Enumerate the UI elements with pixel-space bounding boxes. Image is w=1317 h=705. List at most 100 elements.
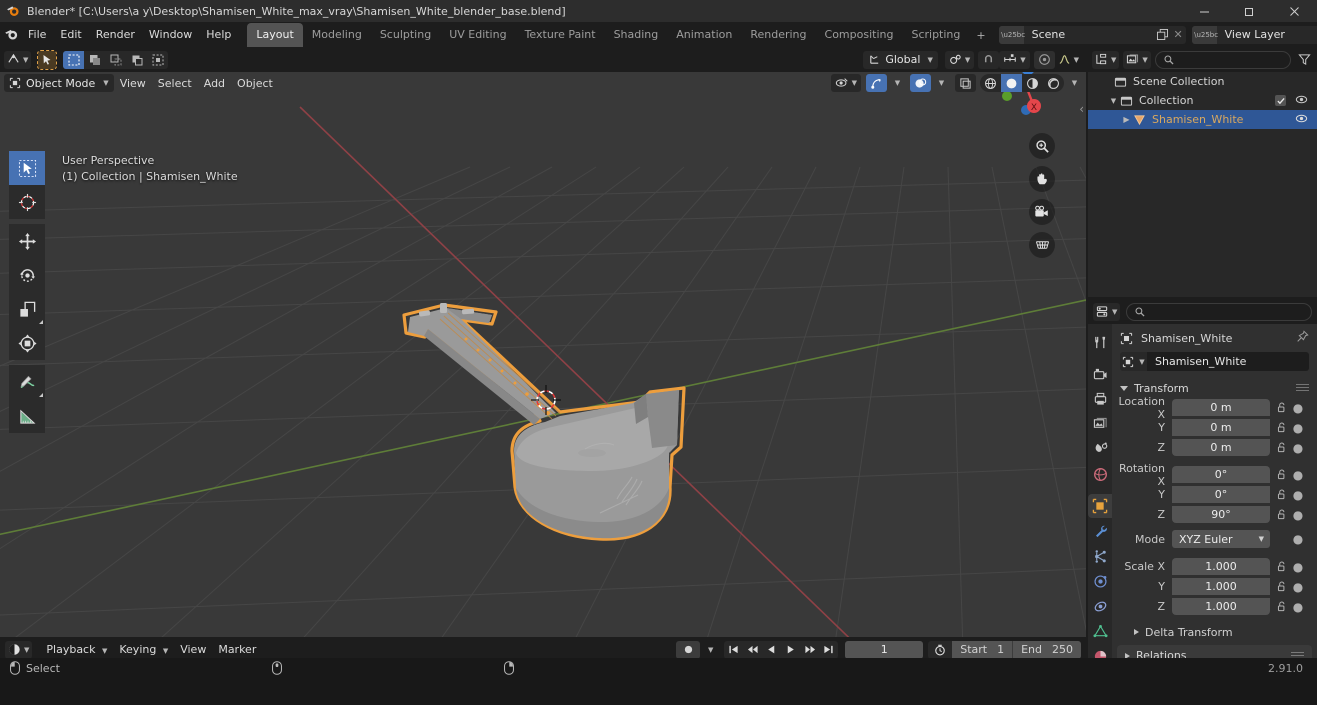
scale-y-value[interactable]: 1.000 [1172, 578, 1270, 595]
sidebar-collapse-icon[interactable]: ‹ [1079, 102, 1084, 116]
minimize-button[interactable] [1182, 0, 1227, 22]
proportional-edit-button[interactable] [1033, 50, 1055, 69]
workspace-tab-layout[interactable]: Layout [247, 23, 303, 47]
outliner-filter-button[interactable] [1295, 51, 1313, 69]
workspace-tab-sculpting[interactable]: Sculpting [371, 23, 440, 47]
scene-name[interactable]: Scene [1024, 26, 1154, 44]
location-x-row[interactable]: Location X 0 m ● [1112, 395, 1317, 421]
animate-property-dot[interactable]: ● [1293, 600, 1303, 614]
camera-icon[interactable] [1029, 199, 1055, 225]
animate-property-dot[interactable]: ● [1293, 532, 1303, 546]
scale-x-value[interactable]: 1.000 [1172, 558, 1270, 575]
workspace-tab-uv-editing[interactable]: UV Editing [440, 23, 515, 47]
select-intersect-icon[interactable] [147, 51, 168, 69]
animate-property-dot[interactable]: ● [1293, 401, 1303, 415]
snap-magnet-button[interactable] [978, 50, 1000, 69]
tool-move[interactable] [9, 224, 45, 258]
use-preview-range-icon[interactable] [928, 641, 952, 659]
timeline-menu-playback[interactable]: Playback ▼ [40, 641, 113, 658]
tool-annotate[interactable] [9, 365, 45, 399]
scale-y-row[interactable]: Y 1.000 ● [1112, 577, 1317, 596]
properties-search-input[interactable] [1126, 302, 1312, 321]
snap-pivot-button[interactable]: ▼ [944, 50, 975, 69]
location-x-value[interactable]: 0 m [1172, 399, 1270, 416]
auto-keying-button[interactable] [676, 640, 701, 659]
menu-edit[interactable]: Edit [53, 25, 88, 44]
lock-icon[interactable] [1275, 469, 1288, 480]
tool-rotate[interactable] [9, 258, 45, 292]
menu-render[interactable]: Render [89, 25, 142, 44]
menu-file[interactable]: File [21, 25, 53, 44]
tool-cursor[interactable] [9, 185, 45, 219]
outliner-disclosure[interactable]: ▼ [1107, 97, 1120, 105]
gizmo-toggle[interactable] [866, 74, 887, 92]
jump-to-next-keyframe-button[interactable] [800, 641, 819, 659]
hide-in-viewport-icon[interactable] [1295, 113, 1308, 127]
properties-editor[interactable]: ▼ Shamisen_White ▼ Shamisen_White Transf… [1088, 299, 1317, 705]
add-workspace-button[interactable]: + [969, 24, 992, 47]
workspace-tab-texture-paint[interactable]: Texture Paint [516, 23, 605, 47]
shading-dropdown[interactable]: ▼ [1064, 74, 1082, 92]
animate-property-dot[interactable]: ● [1293, 580, 1303, 594]
scene-tab[interactable] [1088, 437, 1112, 461]
workspace-tab-compositing[interactable]: Compositing [816, 23, 903, 47]
location-y-row[interactable]: Y 0 m ● [1112, 418, 1317, 437]
animate-property-dot[interactable]: ● [1293, 560, 1303, 574]
menu-help[interactable]: Help [199, 25, 238, 44]
timeline-editor-type-button[interactable]: ▼ [5, 640, 33, 659]
select-extend-icon[interactable] [105, 51, 126, 69]
workspace-tab-shading[interactable]: Shading [605, 23, 668, 47]
lock-icon[interactable] [1275, 581, 1288, 592]
lock-icon[interactable] [1275, 601, 1288, 612]
outliner-row-scene-collection[interactable]: Scene Collection [1088, 72, 1317, 91]
animate-property-dot[interactable]: ● [1293, 508, 1303, 522]
lock-icon[interactable] [1275, 489, 1288, 500]
tool-tab[interactable] [1088, 330, 1112, 354]
panel-header-delta-transform[interactable]: Delta Transform [1112, 622, 1317, 642]
location-z-value[interactable]: 0 m [1172, 439, 1270, 456]
timeline-menu-keying[interactable]: Keying ▼ [113, 641, 174, 658]
jump-to-previous-keyframe-button[interactable] [743, 641, 762, 659]
view-layer-selector[interactable]: \u25bc View Layer ✕ [1191, 25, 1317, 44]
close-button[interactable] [1272, 0, 1317, 22]
overlays-toggle[interactable] [910, 74, 931, 92]
rotation-mode-value[interactable]: XYZ Euler ▼ [1172, 530, 1270, 548]
animate-property-dot[interactable]: ● [1293, 421, 1303, 435]
animate-property-dot[interactable]: ● [1293, 488, 1303, 502]
unlink-scene-button[interactable]: ✕ [1171, 28, 1186, 41]
wireframe-shading-button[interactable] [980, 74, 1001, 92]
workspace-tab-rendering[interactable]: Rendering [741, 23, 815, 47]
data-tab[interactable] [1088, 619, 1112, 643]
constraints-tab[interactable] [1088, 594, 1112, 618]
viewport-menu-select[interactable]: Select [152, 75, 198, 92]
lock-icon[interactable] [1275, 509, 1288, 520]
gizmo-dropdown[interactable]: ▼ [887, 74, 905, 92]
location-y-value[interactable]: 0 m [1172, 419, 1270, 436]
solid-shading-button[interactable] [1001, 74, 1022, 92]
modifier-tab[interactable] [1088, 519, 1112, 543]
pan-icon[interactable] [1029, 166, 1055, 192]
animate-property-dot[interactable]: ● [1293, 468, 1303, 482]
proportional-falloff-button[interactable]: ▼ [1055, 51, 1082, 69]
visibility-selector[interactable]: ▼ [830, 74, 861, 92]
lock-icon[interactable] [1275, 442, 1288, 453]
scale-z-value[interactable]: 1.000 [1172, 598, 1270, 615]
lock-icon[interactable] [1275, 561, 1288, 572]
rotation-y-value[interactable]: 0° [1172, 486, 1270, 503]
overlays-dropdown[interactable]: ▼ [931, 74, 949, 92]
new-scene-button[interactable] [1154, 26, 1171, 44]
render-tab[interactable] [1088, 362, 1112, 386]
object-name-value[interactable]: Shamisen_White [1147, 352, 1309, 371]
viewport-menu-object[interactable]: Object [231, 75, 279, 92]
rotation-x-value[interactable]: 0° [1172, 466, 1270, 483]
outliner-editor[interactable]: ▼ ▼ Scene Collection ▼ Collection ▶ Sham… [1088, 47, 1317, 297]
viewport-menu-view[interactable]: View [114, 75, 152, 92]
tool-scale[interactable] [9, 292, 45, 326]
output-tab[interactable] [1088, 387, 1112, 411]
rotation-x-row[interactable]: Rotation X 0° ● [1112, 462, 1317, 488]
active-tool-button[interactable] [37, 49, 58, 70]
start-frame-field[interactable]: Start 1 [952, 640, 1013, 659]
outliner-search-input[interactable] [1154, 50, 1291, 69]
timeline-menu-view[interactable]: View [174, 641, 212, 658]
snap-target-button[interactable]: ▼ [999, 50, 1030, 69]
